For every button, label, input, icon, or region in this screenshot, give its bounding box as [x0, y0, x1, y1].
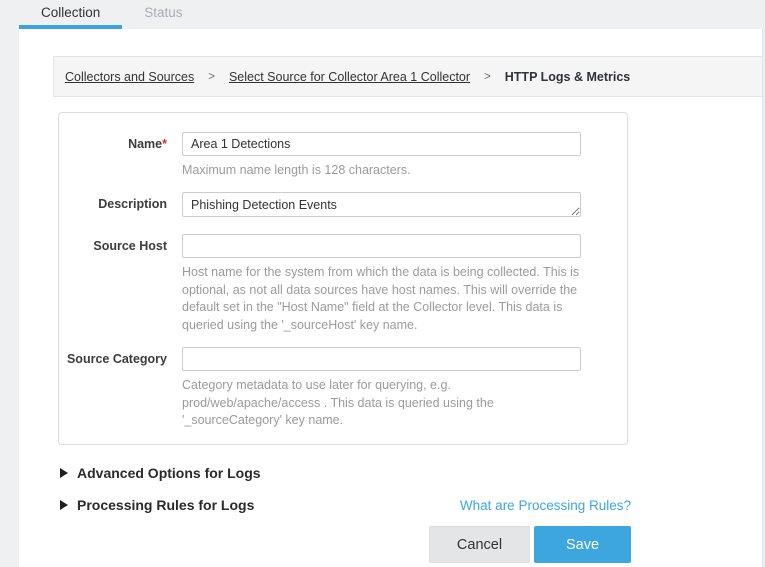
- description-row: Description Phishing Detection Events: [59, 192, 627, 222]
- source-host-label: Source Host: [59, 234, 167, 335]
- save-button[interactable]: Save: [534, 526, 631, 563]
- advanced-options-title: Advanced Options for Logs: [77, 465, 261, 481]
- content-panel: Collectors and Sources > Select Source f…: [19, 29, 763, 567]
- breadcrumb-collectors-and-sources[interactable]: Collectors and Sources: [65, 70, 194, 84]
- source-category-input[interactable]: [182, 347, 581, 371]
- tab-collection-label: Collection: [41, 5, 100, 20]
- breadcrumb: Collectors and Sources > Select Source f…: [53, 56, 762, 97]
- source-host-help-text: Host name for the system from which the …: [182, 264, 581, 335]
- advanced-options-section-toggle[interactable]: Advanced Options for Logs: [60, 465, 631, 481]
- source-category-help-text: Category metadata to use later for query…: [182, 377, 581, 430]
- tab-collection[interactable]: Collection: [19, 0, 122, 29]
- source-host-input[interactable]: [182, 234, 581, 258]
- form-actions: Cancel Save: [60, 526, 631, 563]
- source-category-label: Source Category: [59, 347, 167, 430]
- cancel-button[interactable]: Cancel: [429, 526, 530, 563]
- breadcrumb-separator: >: [484, 71, 491, 83]
- tab-bar: Collection Status: [0, 0, 765, 29]
- breadcrumb-current-page: HTTP Logs & Metrics: [505, 70, 630, 84]
- description-label: Description: [59, 192, 167, 222]
- description-input[interactable]: Phishing Detection Events: [182, 192, 581, 217]
- source-category-row: Source Category Category metadata to use…: [59, 347, 627, 430]
- breadcrumb-select-source[interactable]: Select Source for Collector Area 1 Colle…: [229, 70, 470, 84]
- tab-status[interactable]: Status: [122, 0, 204, 29]
- name-row: Name* Maximum name length is 128 charact…: [59, 132, 627, 180]
- name-input[interactable]: [182, 132, 581, 156]
- required-asterisk: *: [162, 137, 167, 151]
- source-config-form: Name* Maximum name length is 128 charact…: [58, 112, 628, 445]
- name-label: Name*: [59, 132, 167, 180]
- name-help-text: Maximum name length is 128 characters.: [182, 162, 581, 180]
- collapsed-arrow-icon: [60, 500, 68, 510]
- tab-status-label: Status: [144, 5, 182, 20]
- source-host-row: Source Host Host name for the system fro…: [59, 234, 627, 335]
- processing-rules-section-toggle[interactable]: Processing Rules for Logs: [60, 497, 254, 513]
- processing-rules-title: Processing Rules for Logs: [77, 497, 254, 513]
- what-are-processing-rules-link[interactable]: What are Processing Rules?: [460, 498, 631, 513]
- breadcrumb-separator: >: [208, 71, 215, 83]
- sections-area: Advanced Options for Logs Processing Rul…: [60, 465, 631, 563]
- collapsed-arrow-icon: [60, 468, 68, 478]
